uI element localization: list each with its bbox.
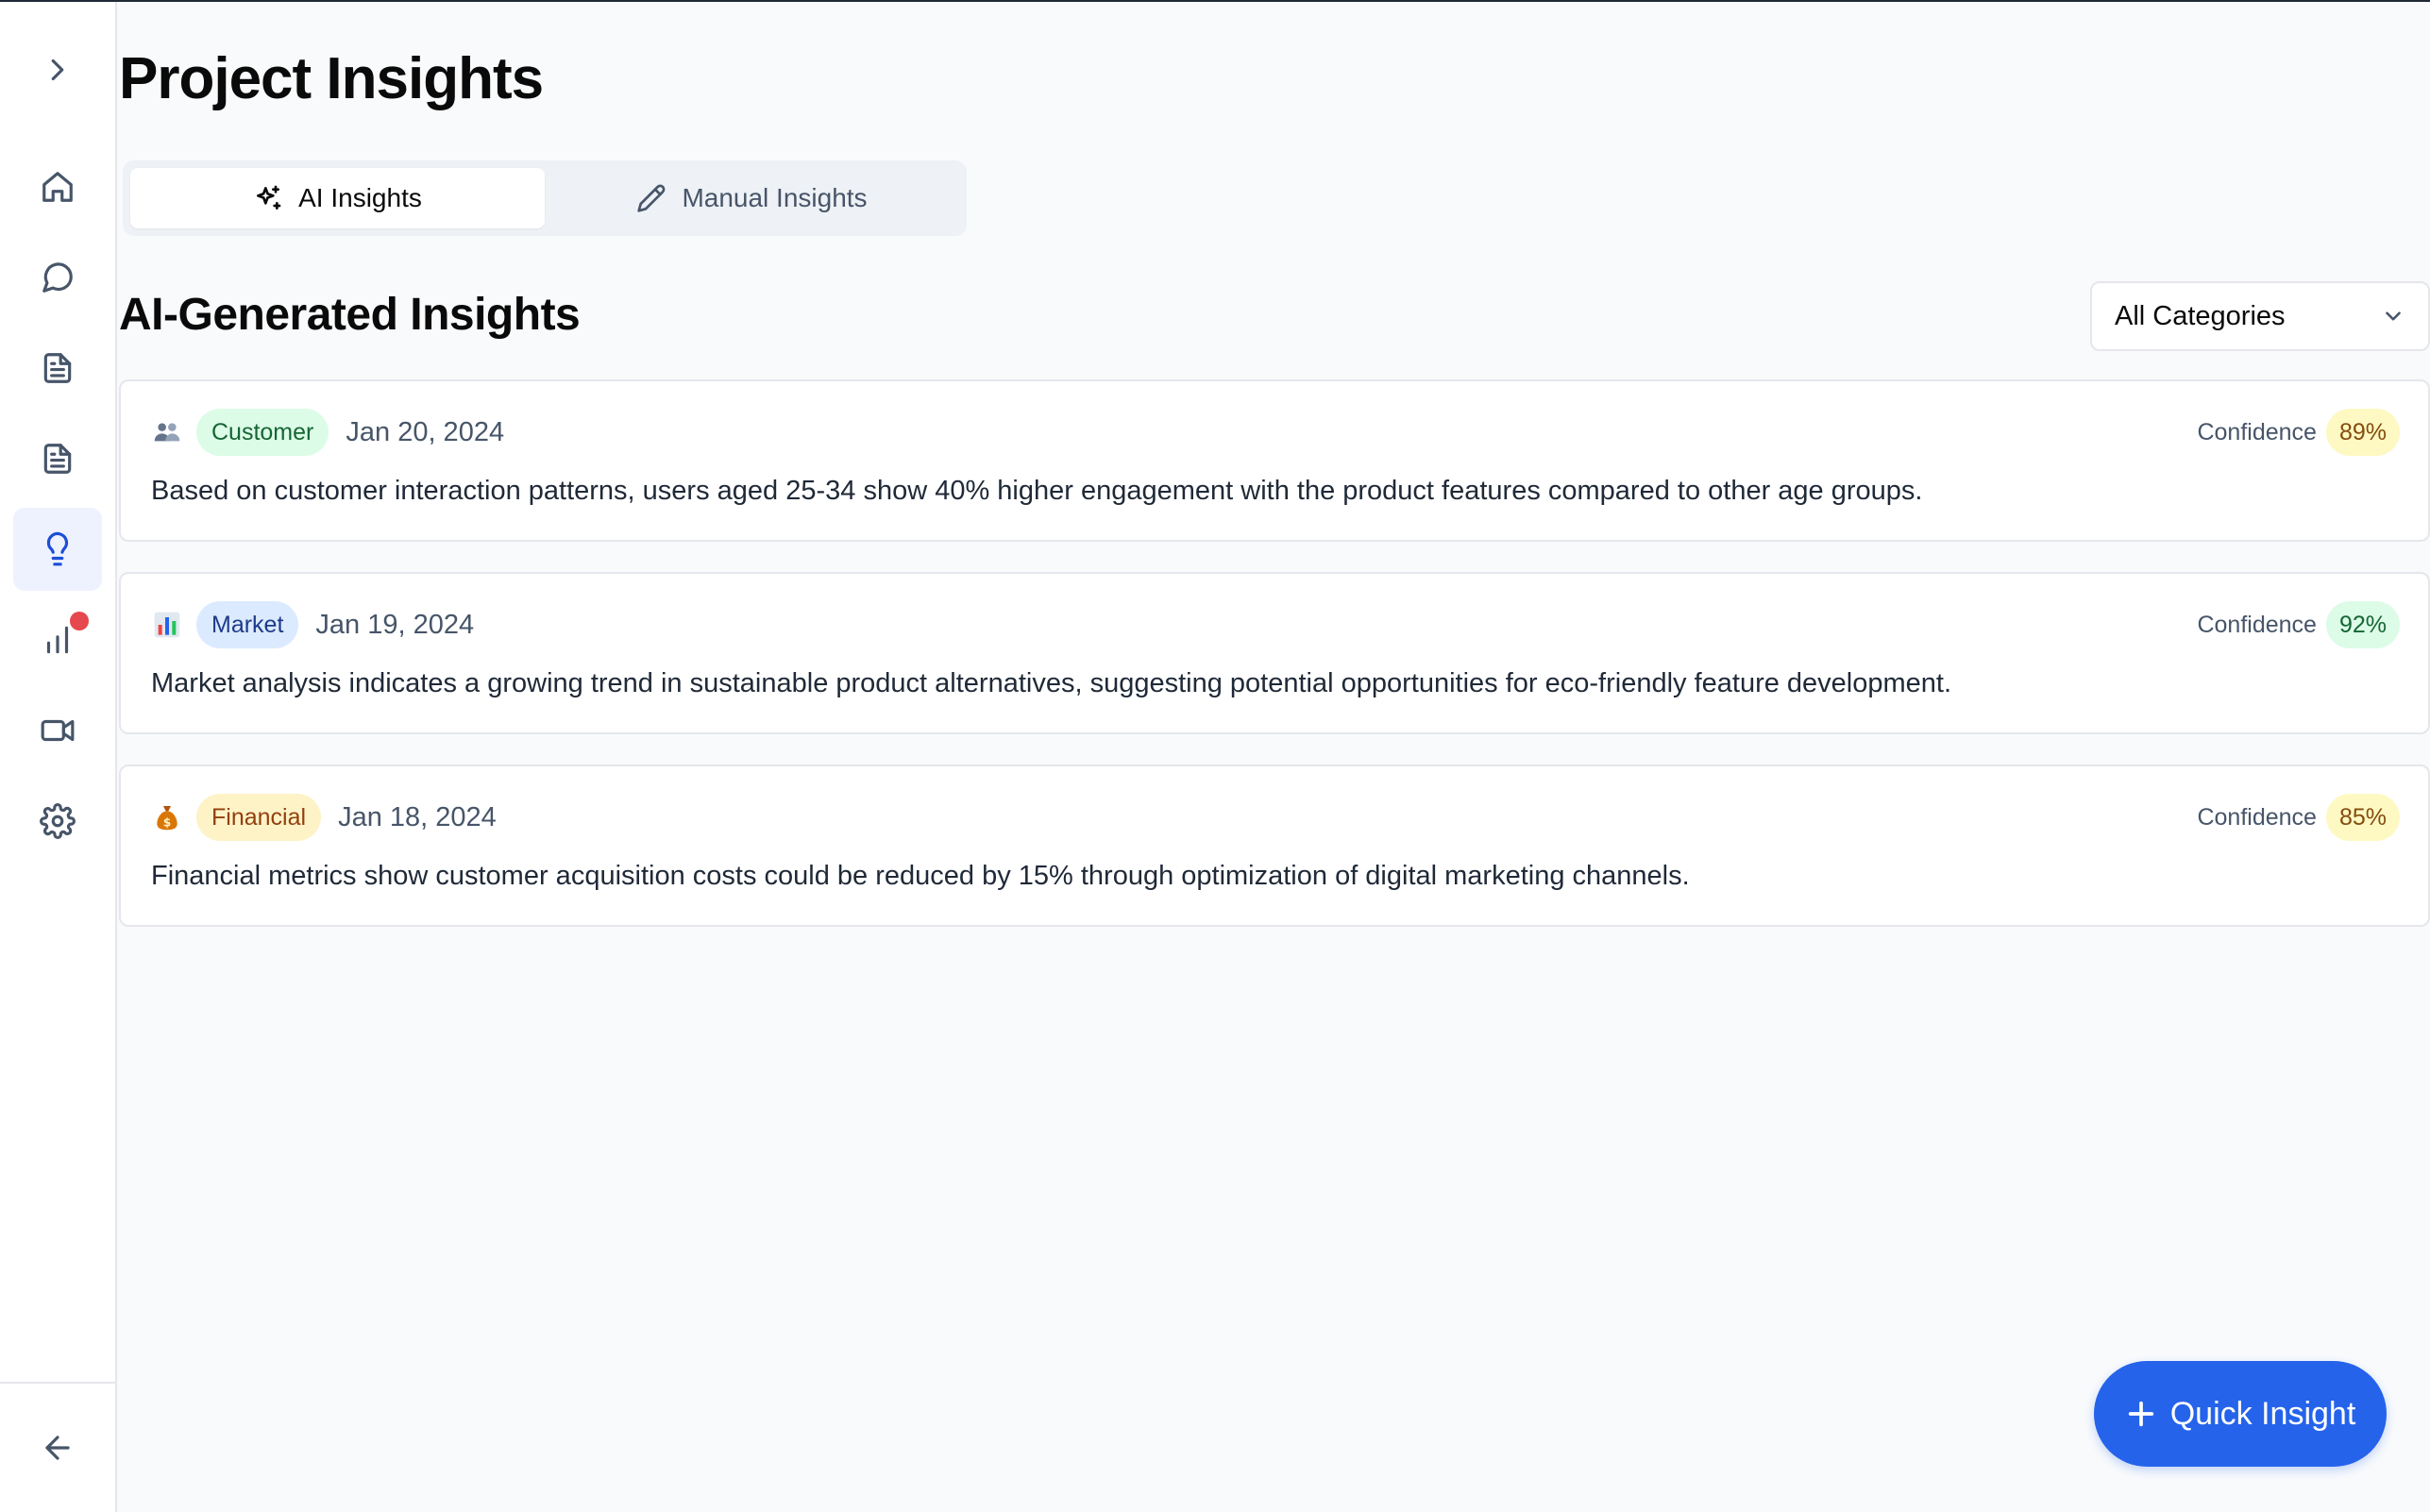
insight-text: Market analysis indicates a growing tren… — [151, 668, 1952, 698]
insight-meta: Market Jan 19, 2024 — [151, 600, 474, 649]
quick-insight-label: Quick Insight — [2169, 1395, 2356, 1432]
insight-text: Based on customer interaction patterns, … — [151, 476, 1923, 506]
sidebar-item-home[interactable] — [13, 145, 102, 228]
insight-text: Financial metrics show customer acquisit… — [151, 861, 1690, 891]
money-bag-icon: $ — [151, 801, 183, 833]
page-title: Project Insights — [119, 46, 544, 111]
sidebar-item-video[interactable] — [13, 689, 102, 772]
svg-text:$: $ — [163, 815, 171, 829]
sidebar-item-settings[interactable] — [13, 780, 102, 863]
chevron-down-icon — [2386, 311, 2401, 321]
home-icon — [42, 172, 73, 202]
video-camera-icon — [41, 719, 75, 742]
confidence-badge: 89% — [2325, 409, 2400, 456]
expand-sidebar-button[interactable] — [13, 28, 102, 111]
insight-meta: Customer Jan 20, 2024 — [151, 408, 504, 457]
insight-card[interactable]: $ Financial Jan 18, 2024 Confidence 85% … — [119, 764, 2430, 927]
confidence-label: Confidence — [2197, 418, 2317, 445]
category-filter-select[interactable]: All Categories — [2090, 281, 2430, 351]
insights-tabs: AI Insights Manual Insights — [123, 160, 967, 236]
insight-date: Jan 19, 2024 — [315, 609, 475, 640]
category-badge: Market — [196, 601, 299, 648]
sidebar-item-reports[interactable] — [13, 417, 102, 500]
sidebar-divider — [0, 1382, 115, 1384]
tab-manual-insights[interactable]: Manual Insights — [545, 168, 959, 228]
insight-card[interactable]: Customer Jan 20, 2024 Confidence 89% Bas… — [119, 379, 2430, 542]
confidence: Confidence 89% — [2197, 408, 2400, 457]
sidebar-item-chat[interactable] — [13, 236, 102, 319]
confidence-label: Confidence — [2197, 803, 2317, 831]
confidence-label: Confidence — [2197, 611, 2317, 638]
insight-date: Jan 18, 2024 — [338, 801, 497, 832]
confidence: Confidence 92% — [2197, 600, 2400, 649]
sidebar-item-documents[interactable] — [13, 327, 102, 410]
confidence-badge: 85% — [2325, 794, 2400, 841]
bar-chart-icon — [46, 626, 69, 654]
sidebar-item-analytics[interactable] — [13, 598, 102, 681]
insight-date: Jan 20, 2024 — [346, 416, 505, 447]
pencil-icon — [637, 184, 666, 212]
insight-card[interactable]: Market Jan 19, 2024 Confidence 92% Marke… — [119, 572, 2430, 734]
users-icon — [151, 416, 183, 448]
insight-meta: $ Financial Jan 18, 2024 — [151, 793, 497, 842]
section-title: AI-Generated Insights — [119, 290, 581, 340]
gear-icon — [40, 803, 76, 839]
confidence: Confidence 85% — [2197, 793, 2400, 842]
category-badge: Customer — [196, 409, 329, 456]
tab-ai-insights[interactable]: AI Insights — [130, 168, 545, 228]
tab-label: Manual Insights — [682, 183, 868, 212]
sparkles-icon — [257, 185, 281, 210]
plus-icon — [2128, 1401, 2153, 1427]
tab-label: AI Insights — [298, 183, 422, 212]
back-button[interactable] — [13, 1406, 102, 1489]
chat-bubble-icon — [42, 262, 73, 293]
chevron-right-icon — [51, 59, 64, 81]
category-badge: Financial — [196, 794, 322, 841]
document-icon — [43, 353, 72, 383]
arrow-left-icon — [45, 1436, 70, 1460]
notification-dot — [70, 612, 89, 630]
bar-chart-emoji-icon — [151, 609, 183, 641]
main-content: Project Insights AI Insights Manual Insi… — [119, 2, 2430, 1512]
select-value: All Categories — [2115, 300, 2286, 331]
quick-insight-button[interactable]: Quick Insight — [2094, 1361, 2387, 1467]
sidebar — [0, 2, 117, 1512]
sidebar-item-insights[interactable] — [13, 508, 102, 591]
lightbulb-icon — [46, 531, 69, 566]
document-icon — [43, 444, 72, 474]
confidence-badge: 92% — [2325, 601, 2400, 648]
